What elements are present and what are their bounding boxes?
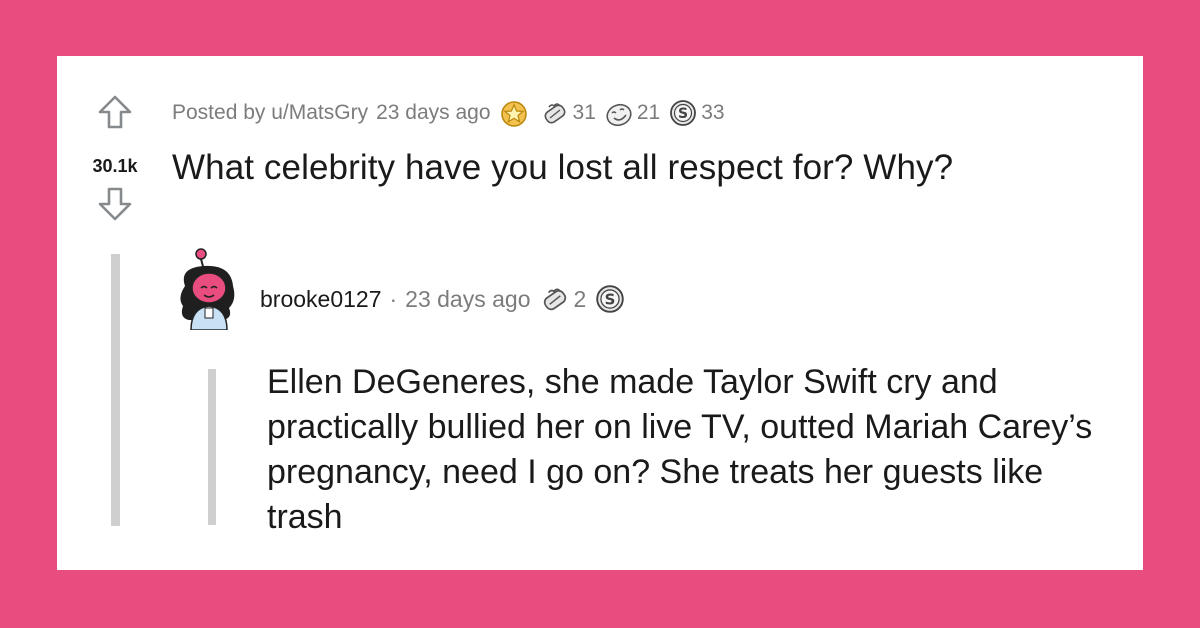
posted-by[interactable]: Posted by u/MatsGry <box>172 101 368 125</box>
comment-author[interactable]: brooke0127 <box>260 286 382 313</box>
post-award-laughing[interactable]: 21 <box>604 98 660 128</box>
downvote-arrow-icon[interactable] <box>97 186 133 222</box>
wholesome-award-icon <box>543 288 566 311</box>
post-award-wholesome[interactable]: 31 <box>540 98 596 128</box>
silver-award-icon: S <box>596 285 625 313</box>
laughing-award-icon <box>606 103 632 127</box>
post-title[interactable]: What celebrity have you lost all respect… <box>172 148 953 188</box>
comment-meta: brooke0127 · 23 days ago 2 S <box>260 283 629 315</box>
meta-separator: · <box>389 285 398 312</box>
silver-award-icon: S <box>670 100 697 126</box>
post-score: 30.1k <box>92 156 138 176</box>
post-card: 30.1k Posted by u/MatsGry 23 days ago 31 <box>57 56 1143 570</box>
thread-collapse-line[interactable] <box>111 254 120 526</box>
post-award-silver[interactable]: S 33 <box>668 98 725 128</box>
svg-text:S: S <box>678 106 688 122</box>
comment-body: Ellen DeGeneres, she made Taylor Swift c… <box>267 363 1093 536</box>
wholesome-award-icon <box>544 103 565 124</box>
gold-award-icon <box>500 101 527 127</box>
svg-text:S: S <box>605 290 616 308</box>
comment-award-silver[interactable]: S <box>594 283 629 315</box>
post-meta: Posted by u/MatsGry 23 days ago 31 21 S … <box>172 98 725 128</box>
upvote-arrow-icon[interactable] <box>97 94 133 130</box>
avatar[interactable] <box>171 246 251 330</box>
post-award-gold[interactable] <box>499 98 532 128</box>
comment-collapse-line[interactable] <box>208 369 216 525</box>
comment-award-wholesome[interactable]: 2 <box>539 283 586 315</box>
comment-time: 23 days ago <box>405 285 531 312</box>
post-time: 23 days ago <box>376 101 491 124</box>
